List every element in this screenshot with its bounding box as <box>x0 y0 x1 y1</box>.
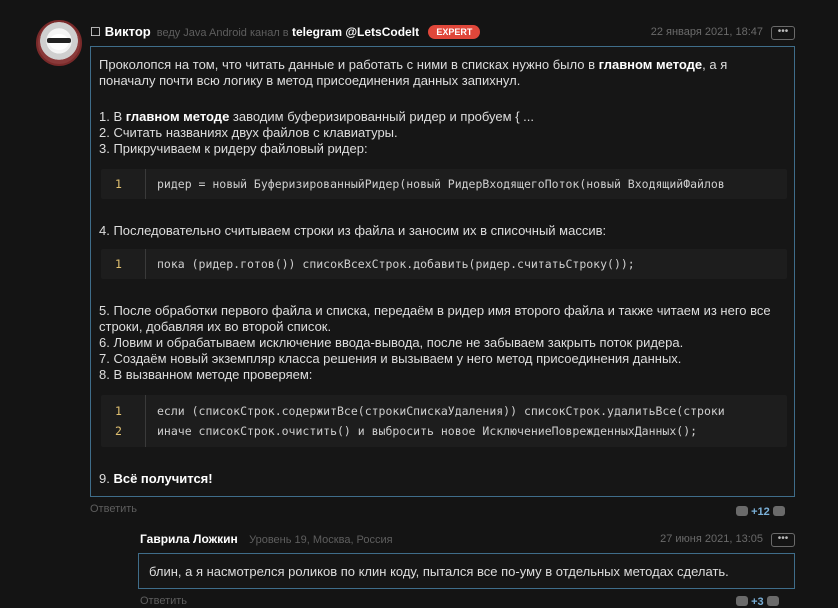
author-avatar[interactable] <box>36 20 82 66</box>
post-header: ☐ Виктор веду Java Android канал в telegra… <box>90 24 795 42</box>
avatar-glasses <box>47 38 71 43</box>
code-line-number: 1 <box>115 404 122 418</box>
code-line: 1 ридер = новый БуферизированныйРидер(нов… <box>101 174 787 194</box>
comment-menu-button[interactable]: ••• <box>771 533 795 547</box>
code-line-number: 1 <box>115 177 122 191</box>
comment-votes-count: +3 <box>751 596 764 608</box>
post-votes-count: +12 <box>751 506 770 518</box>
comment-author[interactable]: Гаврила Ложкин <box>140 532 238 546</box>
code-line-source: если (списокСтрок.содержитВсе(строкиСпис… <box>157 404 725 418</box>
post-body: Проколопся на том, что читать данные и р… <box>90 46 795 497</box>
code-line-source: ридер = новый БуферизированныйРидер(новы… <box>157 177 725 191</box>
step-7: 7. Создаём новый экземпляр класса решени… <box>99 351 682 366</box>
step-3: 3. Прикручиваем к ридеру файловый ридер: <box>99 141 368 156</box>
code-block-2: 1 пока (ридер.готов()) списокВсехСтрок.до… <box>101 249 787 279</box>
step-6: 6. Ловим и обрабатываем исключение ввода… <box>99 335 684 350</box>
code-line-source: иначе списокСтрок.очистить() и выбросить… <box>157 424 698 438</box>
code-line-source: пока (ридер.готов()) списокВсехСтрок.доб… <box>157 257 635 271</box>
code-block-1: 1 ридер = новый БуферизированныйРидер(нов… <box>101 169 787 199</box>
step-5: 5. После обработки первого файла и списк… <box>99 303 771 334</box>
code-line: 1 если (списокСтрок.содержитВсе(строкиСпи… <box>101 401 787 421</box>
post-votes: +12 <box>736 506 785 518</box>
post-intro: Проколопся на том, что читать данные и р… <box>99 57 728 88</box>
step-8: 8. В вызванном методе проверяем: <box>99 367 313 382</box>
comment-votes: +3 <box>736 596 779 608</box>
step-4: 4. Последовательно считываем строки из ф… <box>99 223 607 238</box>
comment-reply-link[interactable]: Ответить <box>140 595 187 607</box>
expert-badge: EXPERT <box>428 25 481 39</box>
post-reply-link[interactable]: Ответить <box>90 503 137 515</box>
post-date: 22 января 2021, 18:47 <box>650 26 763 38</box>
downvote-icon[interactable] <box>736 506 748 516</box>
code-line: 1 пока (ридер.готов()) списокВсехСтрок.до… <box>101 254 787 274</box>
comment-date: 27 июня 2021, 13:05 <box>660 533 763 545</box>
step-1: 1. В главном методе заводим буферизирова… <box>99 109 534 124</box>
author-channel[interactable]: telegram @LetsCodeIt <box>292 25 419 39</box>
comment-body: блин, а я насмотрелся роликов по клин ко… <box>138 553 795 589</box>
code-line-number: 1 <box>115 257 122 271</box>
step-9: 9. Всё получится! <box>99 471 213 486</box>
code-line: 2 иначе списокСтрок.очистить() и выбросит… <box>101 421 787 441</box>
author-meta: веду Java Android канал в <box>156 27 289 39</box>
comment-author-meta: Уровень 19, Москва, Россия <box>249 534 393 546</box>
post-menu-button[interactable]: ••• <box>771 26 795 40</box>
comment-header: Гаврила Ложкин Уровень 19, Москва, Росси… <box>140 532 795 547</box>
flag-icon: ☐ <box>90 25 101 39</box>
code-line-number: 2 <box>115 424 122 438</box>
post-author[interactable]: Виктор <box>105 24 151 39</box>
code-block-3: 1 если (списокСтрок.содержитВсе(строкиСпи… <box>101 395 787 447</box>
step-2: 2. Считать названиях двух файлов с клави… <box>99 125 398 140</box>
upvote-icon[interactable] <box>772 506 785 516</box>
